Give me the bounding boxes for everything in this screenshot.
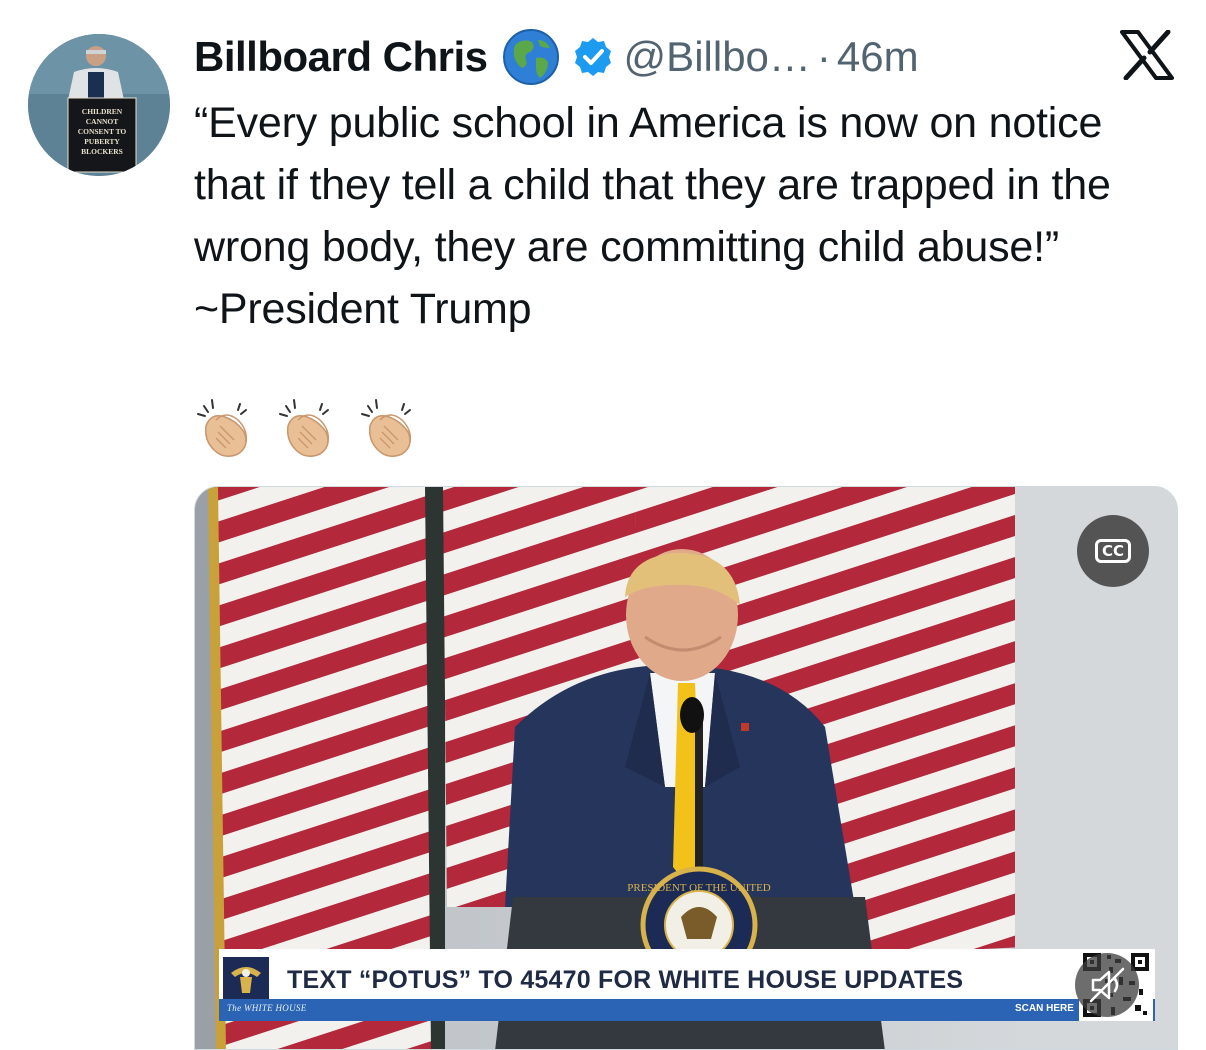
closed-captions-button[interactable]: CC	[1077, 515, 1149, 587]
avatar-sign-line: PUBERTY	[84, 137, 120, 146]
author-avatar[interactable]: CHILDREN CANNOT CONSENT TO PUBERTY BLOCK…	[28, 34, 170, 176]
clapping-hands-icon	[279, 399, 330, 457]
author-display-name[interactable]: Billboard Chris	[194, 33, 488, 81]
scan-here-label: SCAN HERE	[1015, 1003, 1074, 1014]
avatar-sign-line: BLOCKERS	[81, 147, 123, 156]
tweet-text: “Every public school in America is now o…	[194, 99, 1111, 333]
tweet-timestamp[interactable]: 46m	[837, 33, 919, 81]
mute-icon	[1089, 967, 1125, 1003]
closed-captions-icon: CC	[1094, 539, 1132, 563]
avatar-sign-line: CONSENT TO	[78, 127, 127, 136]
eagle-seal-icon	[223, 957, 269, 1003]
avatar-sign-line: CHILDREN	[82, 107, 123, 116]
author-handle[interactable]: @Billbo…	[624, 33, 811, 81]
banner-text: TEXT “POTUS” TO 45470 FOR WHITE HOUSE UP…	[287, 965, 964, 994]
banner-footer: The WHITE HOUSE	[227, 1003, 307, 1013]
globe-icon	[502, 28, 560, 86]
avatar-sign-line: CANNOT	[86, 117, 119, 126]
seal-text: PRESIDENT OF THE UNITED	[627, 882, 771, 894]
verified-badge-icon	[572, 36, 614, 78]
video-player[interactable]: PRESIDENT OF THE UNITED CC TEXT “POTUS” …	[194, 486, 1178, 1050]
header-separator: ·	[816, 33, 831, 80]
clapping-hands-icon	[361, 399, 412, 457]
mute-button[interactable]	[1075, 953, 1139, 1017]
tweet-header: Billboard Chris @Billbo… · 46m	[194, 28, 919, 86]
clapping-hands-icon	[197, 399, 248, 457]
x-logo-icon[interactable]	[1120, 29, 1174, 81]
emoji-row	[196, 396, 420, 460]
